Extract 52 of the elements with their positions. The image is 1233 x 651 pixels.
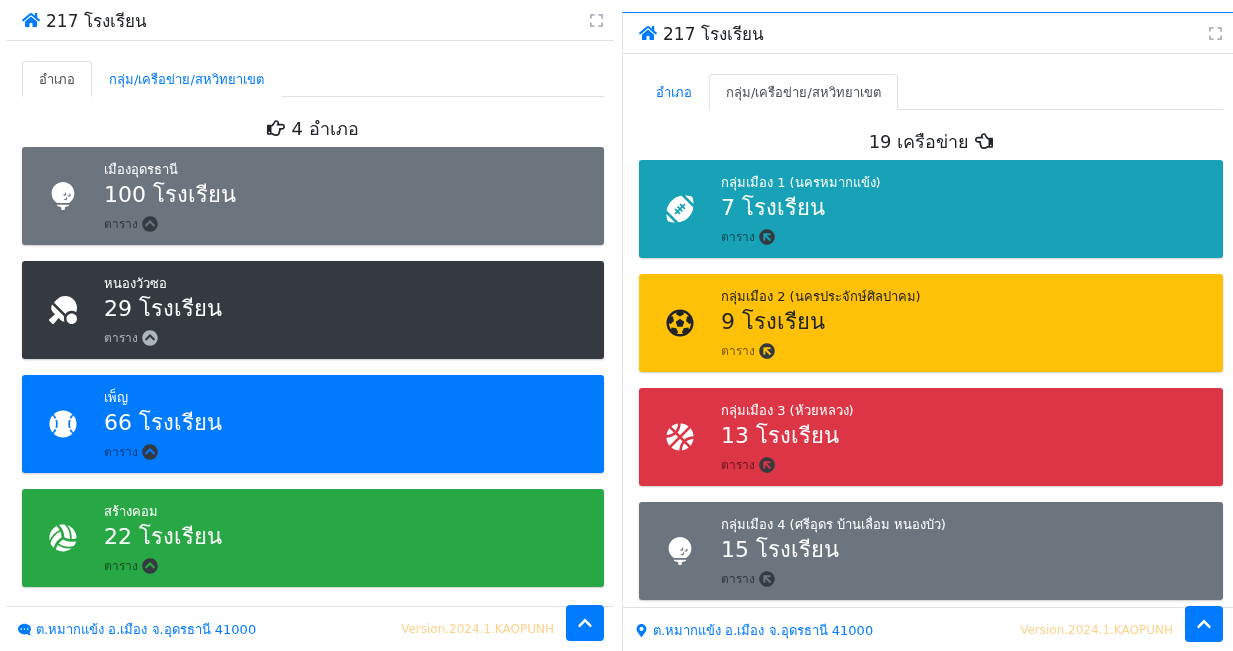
table-link[interactable]: ตาราง — [104, 214, 138, 233]
table-link[interactable]: ตาราง — [721, 569, 755, 588]
table-link[interactable]: ตาราง — [721, 227, 755, 246]
hand-pointer-icon — [975, 132, 994, 150]
chevron-up-icon — [142, 443, 158, 460]
card-label: กลุ่มเมือง 4 (ศรีอุดร บ้านเลื่อม หนองบัว) — [721, 515, 946, 535]
version-text: Version.2024.1.KAOPUNH — [401, 622, 554, 636]
basketball-icon — [666, 423, 694, 451]
tab[interactable]: อำเภอ — [22, 61, 92, 97]
card-label: สร้างคอม — [104, 503, 159, 521]
panel-title: 217 โรงเรียน — [663, 22, 764, 46]
summary-heading: 4 อำเภอ — [291, 116, 359, 141]
card-count: 13 โรงเรียน — [721, 422, 840, 450]
expand-icon[interactable] — [589, 12, 604, 28]
version-text: Version.2024.1.KAOPUNH — [1020, 623, 1173, 637]
card-label: กลุ่มเมือง 2 (นครประจักษ์ศิลปาคม) — [721, 288, 921, 307]
chevron-up-icon — [142, 557, 158, 574]
volleyball-icon — [49, 524, 77, 552]
card-count: 66 โรงเรียน — [104, 409, 222, 437]
card-label: เพ็ญ — [104, 387, 129, 407]
table-link[interactable]: ตาราง — [721, 341, 755, 360]
card-count: 9 โรงเรียน — [721, 308, 826, 336]
address-text: ต.หมากแข้ง อ.เมือง จ.อุดรธานี 41000 — [653, 621, 874, 641]
table-link[interactable]: ตาราง — [721, 455, 755, 474]
table-link[interactable]: ตาราง — [104, 556, 138, 575]
hand-pointer-icon — [267, 119, 286, 137]
home-icon — [22, 11, 40, 29]
home-icon — [639, 24, 657, 42]
chevron-up-icon — [142, 215, 158, 232]
table-link[interactable]: ตาราง — [104, 442, 138, 461]
card-count: 100 โรงเรียน — [104, 181, 236, 209]
baseball-icon — [49, 410, 77, 438]
scroll-top-button[interactable] — [566, 605, 604, 641]
summary-heading: 19 เครือข่าย — [868, 129, 970, 154]
expand-icon[interactable] — [1208, 25, 1223, 41]
card-label: หนองวัวซอ — [104, 275, 168, 293]
card-label: กลุ่มเมือง 1 (นครหมากแข้ง) — [721, 174, 881, 193]
card-count: 29 โรงเรียน — [104, 295, 222, 323]
card-count: 15 โรงเรียน — [721, 536, 840, 564]
card-label: กลุ่มเมือง 3 (ห้วยหลวง) — [721, 402, 854, 421]
address-text: ต.หมากแข้ง อ.เมือง จ.อุดรธานี 41000 — [36, 620, 257, 640]
card-label: เมืองอุดรธานี — [104, 161, 179, 180]
card-count: 7 โรงเรียน — [721, 194, 826, 222]
scroll-top-button[interactable] — [1185, 606, 1223, 642]
map-marker-icon — [635, 623, 648, 637]
table-link[interactable]: ตาราง — [104, 328, 138, 347]
tab[interactable]: กลุ่ม/เครือข่าย/สหวิทยาเขต — [709, 74, 898, 110]
football-icon — [666, 195, 694, 223]
panel-title: 217 โรงเรียน — [46, 9, 147, 33]
chevron-up-icon — [142, 329, 158, 346]
table-tennis-icon — [49, 296, 77, 324]
card-count: 22 โรงเรียน — [104, 523, 222, 551]
